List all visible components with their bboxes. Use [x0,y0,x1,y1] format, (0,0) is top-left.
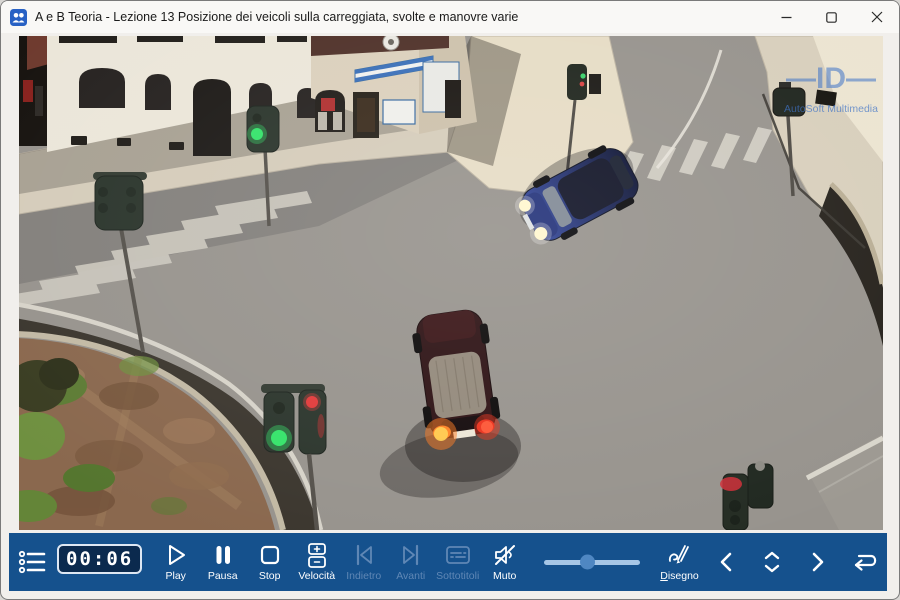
maximize-icon [826,12,837,23]
lesson-list-button[interactable] [9,533,55,591]
lesson-video-viewport: —ID— AutoSoft Multimedia [19,36,883,530]
nav-forward-button[interactable] [795,533,841,591]
volume-slider[interactable] [528,533,656,591]
pause-button[interactable]: Pausa [199,533,246,591]
play-button[interactable]: Play [152,533,199,591]
nav-updown-button[interactable] [749,533,795,591]
nav-back-button[interactable] [703,533,749,591]
previous-label: Indietro [346,570,381,582]
mute-button[interactable]: Muto [481,533,528,591]
play-label: Play [165,570,185,582]
window-controls [764,1,899,33]
app-window: A e B Teoria - Lezione 13 Posizione dei … [0,0,900,600]
pause-label: Pausa [208,570,238,582]
previous-icon [351,542,377,568]
pause-icon [210,542,236,568]
watermark-logo: —ID— [786,62,876,95]
speed-label: Velocità [298,570,335,582]
list-icon [17,549,47,575]
next-label: Avanti [396,570,425,582]
watermark: —ID— AutoSoft Multimedia [784,62,878,115]
volume-slider-track[interactable] [544,560,640,565]
chevrons-up-down-icon [757,548,787,576]
draw-label: Disegno [660,570,699,582]
return-icon [847,548,881,576]
app-people-icon [10,9,27,26]
close-icon [871,11,883,23]
return-button[interactable] [841,533,887,591]
chevron-right-icon [806,549,830,575]
driving-scene: —ID— AutoSoft Multimedia [19,36,883,530]
stop-label: Stop [259,570,281,582]
stop-icon [257,542,283,568]
timer-value: 00:06 [66,548,133,570]
pen-icon [666,541,694,569]
close-button[interactable] [854,1,899,33]
draw-button[interactable]: Disegno [656,533,703,591]
next-icon [398,542,424,568]
volume-slider-thumb[interactable] [580,555,595,570]
minimize-icon [781,12,792,23]
subtitles-label: Sottotitoli [436,570,479,582]
play-icon [163,542,189,568]
speed-icon [304,541,330,569]
next-button[interactable]: Avanti [387,533,434,591]
chevron-left-icon [714,549,738,575]
subtitles-button[interactable]: Sottotitoli [434,533,481,591]
mute-label: Muto [493,570,516,582]
speed-button[interactable]: Velocità [293,533,340,591]
watermark-subtitle: AutoSoft Multimedia [784,103,878,115]
window-title: A e B Teoria - Lezione 13 Posizione dei … [35,10,518,24]
playback-toolbar: 00:06 Play Pausa Stop Velocità Indietro [9,533,887,591]
subtitles-icon [444,542,472,568]
maximize-button[interactable] [809,1,854,33]
minimize-button[interactable] [764,1,809,33]
titlebar: A e B Teoria - Lezione 13 Posizione dei … [1,1,899,33]
elapsed-timer: 00:06 [57,544,142,574]
stop-button[interactable]: Stop [246,533,293,591]
previous-button[interactable]: Indietro [340,533,387,591]
mute-icon [492,542,518,568]
